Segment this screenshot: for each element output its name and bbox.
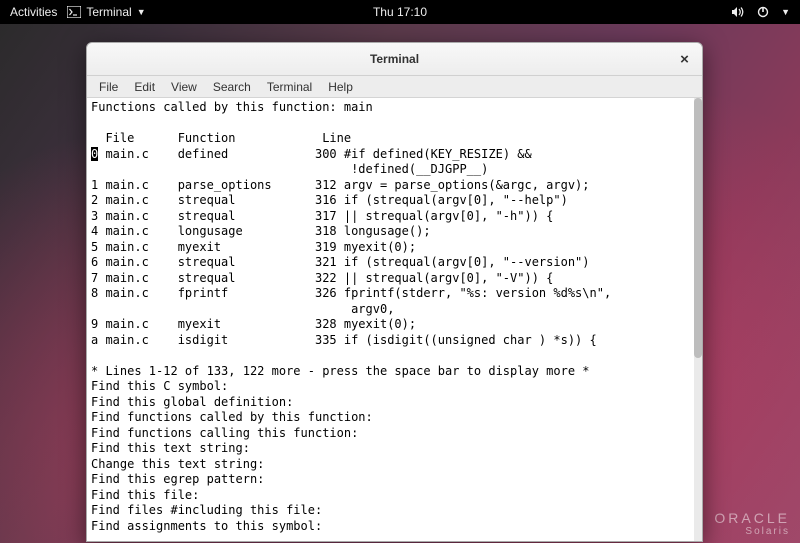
close-button[interactable]: × — [675, 50, 694, 69]
volume-icon[interactable] — [731, 6, 745, 18]
terminal-output[interactable]: Functions called by this function: main … — [87, 98, 702, 541]
chevron-down-icon[interactable]: ▼ — [781, 7, 790, 17]
terminal-icon — [67, 6, 81, 18]
window-menubar: File Edit View Search Terminal Help — [87, 76, 702, 98]
scrollbar-track[interactable] — [694, 98, 702, 541]
scrollbar-thumb[interactable] — [694, 98, 702, 358]
menu-help[interactable]: Help — [320, 78, 361, 96]
window-title: Terminal — [370, 52, 419, 66]
close-icon: × — [680, 51, 689, 68]
menu-search[interactable]: Search — [205, 78, 259, 96]
menu-view[interactable]: View — [163, 78, 205, 96]
app-indicator[interactable]: Terminal ▼ — [67, 5, 145, 19]
menu-file[interactable]: File — [91, 78, 126, 96]
power-icon[interactable] — [757, 6, 769, 18]
window-titlebar[interactable]: Terminal × — [87, 43, 702, 76]
menu-terminal[interactable]: Terminal — [259, 78, 320, 96]
terminal-window: Terminal × File Edit View Search Termina… — [86, 42, 703, 542]
app-name-label: Terminal — [86, 5, 131, 19]
brand-watermark: ORACLE Solaris — [714, 510, 790, 537]
activities-button[interactable]: Activities — [10, 5, 57, 19]
clock[interactable]: Thu 17:10 — [373, 5, 427, 19]
chevron-down-icon: ▼ — [137, 7, 146, 17]
gnome-topbar: Activities Terminal ▼ Thu 17:10 ▼ — [0, 0, 800, 24]
menu-edit[interactable]: Edit — [126, 78, 163, 96]
